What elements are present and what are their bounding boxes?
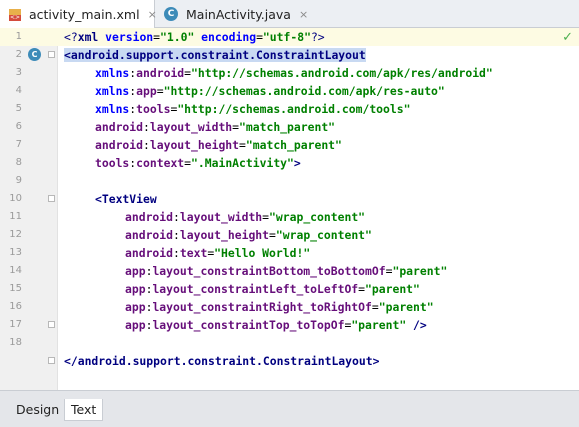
tab-design[interactable]: Design — [10, 399, 65, 421]
class-marker-icon[interactable]: C — [28, 48, 41, 61]
code-text: app:layout_constraintBottom_toBottomOf="… — [125, 264, 448, 278]
code-line: 13 android:text="Hello World!" — [0, 244, 579, 262]
line-number: 5 — [15, 103, 22, 114]
fold-toggle[interactable] — [48, 321, 55, 328]
code-line: 11 android:layout_width="wrap_content" — [0, 208, 579, 226]
code-line: 18 — [0, 334, 579, 352]
code-line: 1 <?xml version="1.0" encoding="utf-8"?>… — [0, 28, 579, 46]
line-number: 7 — [15, 139, 22, 150]
java-class-icon: C — [164, 7, 178, 21]
tab-mainactivity-java[interactable]: C MainActivity.java × — [156, 0, 308, 28]
tab-activity-main-xml[interactable]: <> activity_main.xml × — [0, 0, 157, 29]
line-number: 1 — [15, 31, 22, 42]
code-line: 4 xmlns:app="http://schemas.android.com/… — [0, 82, 579, 100]
code-line: </android.support.constraint.ConstraintL… — [0, 352, 579, 370]
code-text: </android.support.constraint.ConstraintL… — [64, 354, 380, 368]
code-text: android:layout_height="wrap_content" — [125, 228, 372, 242]
code-text: xmlns:tools="http://schemas.android.com/… — [95, 102, 411, 116]
code-line: 7 android:layout_height="match_parent" — [0, 136, 579, 154]
line-number: 10 — [9, 193, 22, 204]
line-number: 11 — [9, 211, 22, 222]
code-text: <?xml version="1.0" encoding="utf-8"?> — [64, 30, 325, 44]
code-text: tools:context=".MainActivity"> — [95, 156, 301, 170]
editor-mode-bar: Design Text — [0, 390, 579, 427]
code-text: <android.support.constraint.ConstraintLa… — [64, 48, 366, 62]
code-line: 16 app:layout_constraintRight_toRightOf=… — [0, 298, 579, 316]
code-line: 6 android:layout_width="match_parent" — [0, 118, 579, 136]
line-number: 9 — [15, 175, 22, 186]
line-number: 14 — [9, 265, 22, 276]
line-number: 15 — [9, 283, 22, 294]
fold-toggle[interactable] — [48, 357, 55, 364]
code-text: <TextView — [95, 192, 157, 206]
close-icon[interactable]: × — [299, 8, 308, 21]
tab-label: activity_main.xml — [29, 7, 140, 22]
line-number: 18 — [9, 337, 22, 348]
code-editor[interactable]: 1 <?xml version="1.0" encoding="utf-8"?>… — [0, 28, 579, 390]
line-number: 16 — [9, 301, 22, 312]
code-text: android:layout_width="wrap_content" — [125, 210, 366, 224]
code-text: app:layout_constraintLeft_toLeftOf="pare… — [125, 282, 420, 296]
code-text: android:layout_height="match_parent" — [95, 138, 342, 152]
code-line: 8 tools:context=".MainActivity"> — [0, 154, 579, 172]
checkmark-icon: ✓ — [562, 30, 573, 45]
fold-toggle[interactable] — [48, 195, 55, 202]
code-line: 9 — [0, 172, 579, 190]
line-number: 4 — [15, 85, 22, 96]
fold-toggle[interactable] — [48, 51, 55, 58]
line-number: 2 — [15, 49, 22, 60]
code-line: 14 app:layout_constraintBottom_toBottomO… — [0, 262, 579, 280]
code-text: xmlns:android="http://schemas.android.co… — [95, 66, 493, 80]
line-number: 17 — [9, 319, 22, 330]
line-number: 13 — [9, 247, 22, 258]
code-text: android:layout_width="match_parent" — [95, 120, 336, 134]
xml-file-icon: <> — [9, 8, 21, 21]
code-line: 2 C <android.support.constraint.Constrai… — [0, 46, 579, 64]
code-line: 5 xmlns:tools="http://schemas.android.co… — [0, 100, 579, 118]
line-number: 12 — [9, 229, 22, 240]
editor-tab-bar: <> activity_main.xml × C MainActivity.ja… — [0, 0, 579, 29]
code-line: 12 android:layout_height="wrap_content" — [0, 226, 579, 244]
code-line: 3 xmlns:android="http://schemas.android.… — [0, 64, 579, 82]
code-text: xmlns:app="http://schemas.android.com/ap… — [95, 84, 445, 98]
code-line: 17 app:layout_constraintTop_toTopOf="par… — [0, 316, 579, 334]
tab-text[interactable]: Text — [64, 399, 104, 421]
line-number: 8 — [15, 157, 22, 168]
code-line: 10 <TextView — [0, 190, 579, 208]
line-number: 3 — [15, 67, 22, 78]
code-text: app:layout_constraintTop_toTopOf="parent… — [125, 318, 427, 332]
code-text: app:layout_constraintRight_toRightOf="pa… — [125, 300, 434, 314]
line-number: 6 — [15, 121, 22, 132]
code-line: 15 app:layout_constraintLeft_toLeftOf="p… — [0, 280, 579, 298]
code-text: android:text="Hello World!" — [125, 246, 311, 260]
tab-label: MainActivity.java — [186, 6, 291, 22]
